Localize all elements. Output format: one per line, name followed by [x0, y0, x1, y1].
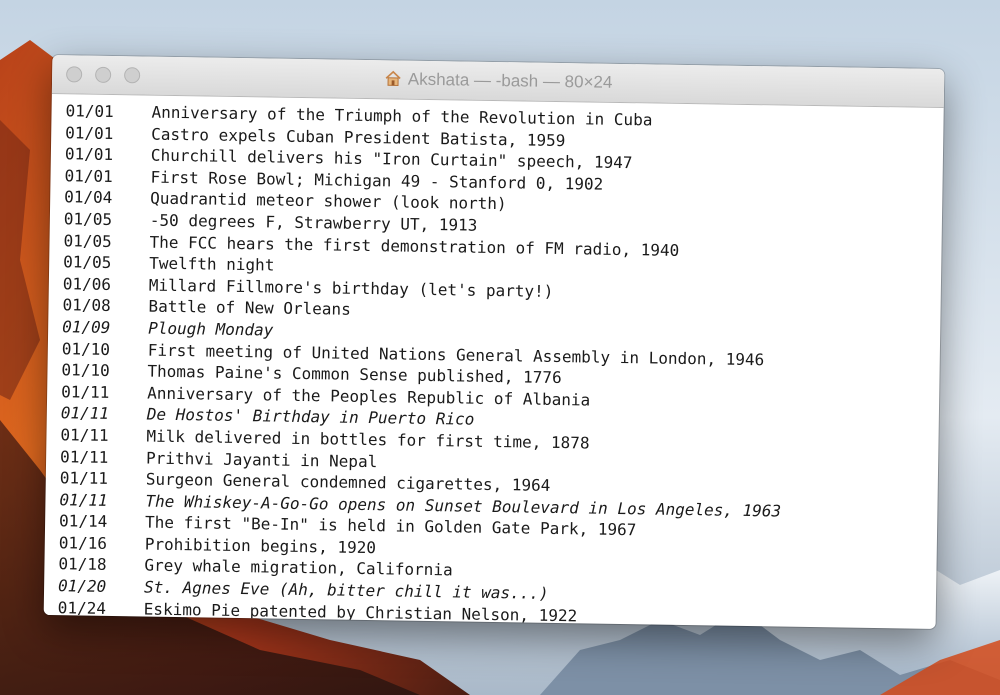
line-date: 01/01 — [65, 101, 114, 121]
terminal-output[interactable]: 01/01 Anniversary of the Triumph of the R… — [44, 94, 944, 629]
home-icon — [385, 70, 401, 86]
line-date: 01/01 — [65, 122, 114, 143]
line-date: 01/06 — [62, 273, 112, 294]
terminal-window[interactable]: Akshata — -bash — 80×24 01/01 Anniversary… — [43, 55, 945, 629]
line-date: 01/16 — [58, 533, 108, 553]
line-date: 01/08 — [62, 295, 111, 316]
line-date: 01/11 — [60, 403, 110, 424]
line-date: 01/04 — [64, 187, 113, 208]
line-date: 01/05 — [63, 252, 112, 273]
line-date: 01/01 — [64, 166, 113, 186]
line-date: 01/10 — [61, 360, 110, 381]
line-date: 01/10 — [61, 338, 111, 359]
line-date: 01/11 — [60, 446, 109, 467]
line-date: 01/11 — [61, 381, 110, 402]
line-date: 01/05 — [63, 230, 112, 251]
line-date: 01/09 — [62, 317, 111, 337]
line-date: 01/11 — [59, 489, 108, 510]
line-date: 01/11 — [60, 425, 109, 445]
window-title-container: Akshata — -bash — 80×24 — [52, 64, 944, 98]
window-title: Akshata — -bash — 80×24 — [407, 69, 613, 92]
line-date: 01/18 — [58, 554, 107, 575]
line-date: 01/01 — [64, 144, 114, 165]
desktop: Akshata — -bash — 80×24 01/01 Anniversary… — [0, 0, 1000, 695]
line-date: 01/11 — [59, 468, 109, 489]
line-date: 01/14 — [58, 511, 108, 532]
line-date: 01/05 — [63, 209, 113, 229]
line-date: 01/20 — [57, 576, 107, 597]
